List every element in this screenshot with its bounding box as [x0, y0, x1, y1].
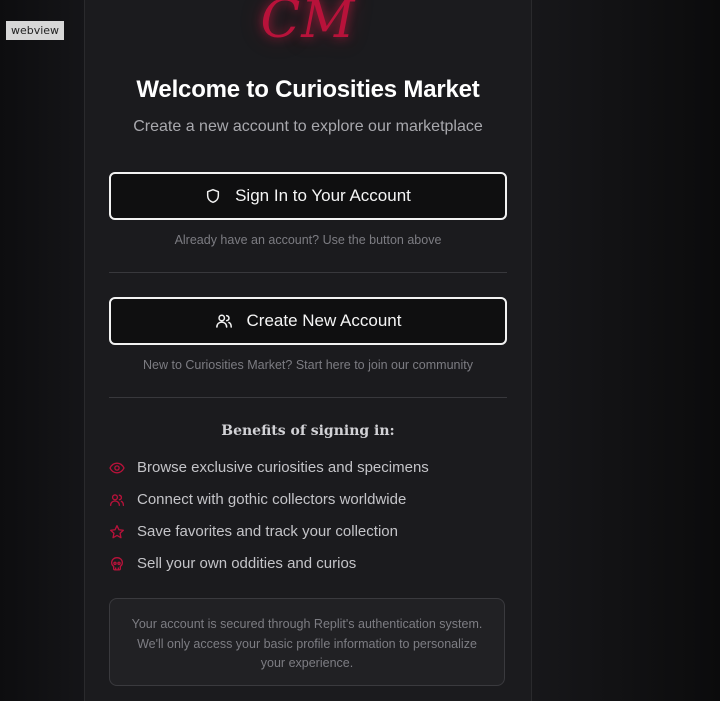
- benefit-label: Browse exclusive curiosities and specime…: [137, 459, 429, 476]
- benefit-label: Save favorites and track your collection: [137, 523, 398, 540]
- page: webview CM Welcome to Curiosities Market…: [0, 0, 720, 701]
- benefits-title: Benefits of signing in:: [221, 423, 395, 439]
- sign-in-hint: Already have an account? Use the button …: [174, 233, 442, 247]
- skull-icon: [109, 556, 125, 572]
- webview-tag: webview: [6, 21, 64, 40]
- eye-icon: [109, 460, 125, 476]
- benefit-label: Connect with gothic collectors worldwide: [137, 491, 407, 508]
- create-account-button-label: Create New Account: [246, 311, 402, 330]
- benefit-item: Connect with gothic collectors worldwide: [109, 491, 406, 508]
- sign-in-button[interactable]: Sign In to Your Account: [109, 172, 507, 220]
- users-icon: [215, 312, 233, 330]
- create-account-button[interactable]: Create New Account: [109, 297, 507, 345]
- benefit-item: Browse exclusive curiosities and specime…: [109, 459, 429, 476]
- brand-logo: CM: [260, 0, 356, 50]
- benefit-item: Sell your own oddities and curios: [109, 555, 356, 572]
- page-title: Welcome to Curiosities Market: [136, 76, 480, 103]
- create-account-hint: New to Curiosities Market? Start here to…: [143, 358, 473, 372]
- benefit-label: Sell your own oddities and curios: [137, 555, 357, 572]
- security-notice: Your account is secured through Replit's…: [109, 598, 505, 686]
- sign-in-button-label: Sign In to Your Account: [235, 186, 411, 205]
- shield-icon: [205, 188, 221, 204]
- users-icon: [109, 492, 125, 508]
- benefit-item: Save favorites and track your collection: [109, 523, 398, 540]
- divider: [109, 272, 507, 273]
- star-icon: [109, 524, 125, 540]
- divider: [109, 397, 507, 398]
- page-subtitle: Create a new account to explore our mark…: [133, 118, 483, 135]
- auth-card: CM Welcome to Curiosities Market Create …: [84, 0, 532, 701]
